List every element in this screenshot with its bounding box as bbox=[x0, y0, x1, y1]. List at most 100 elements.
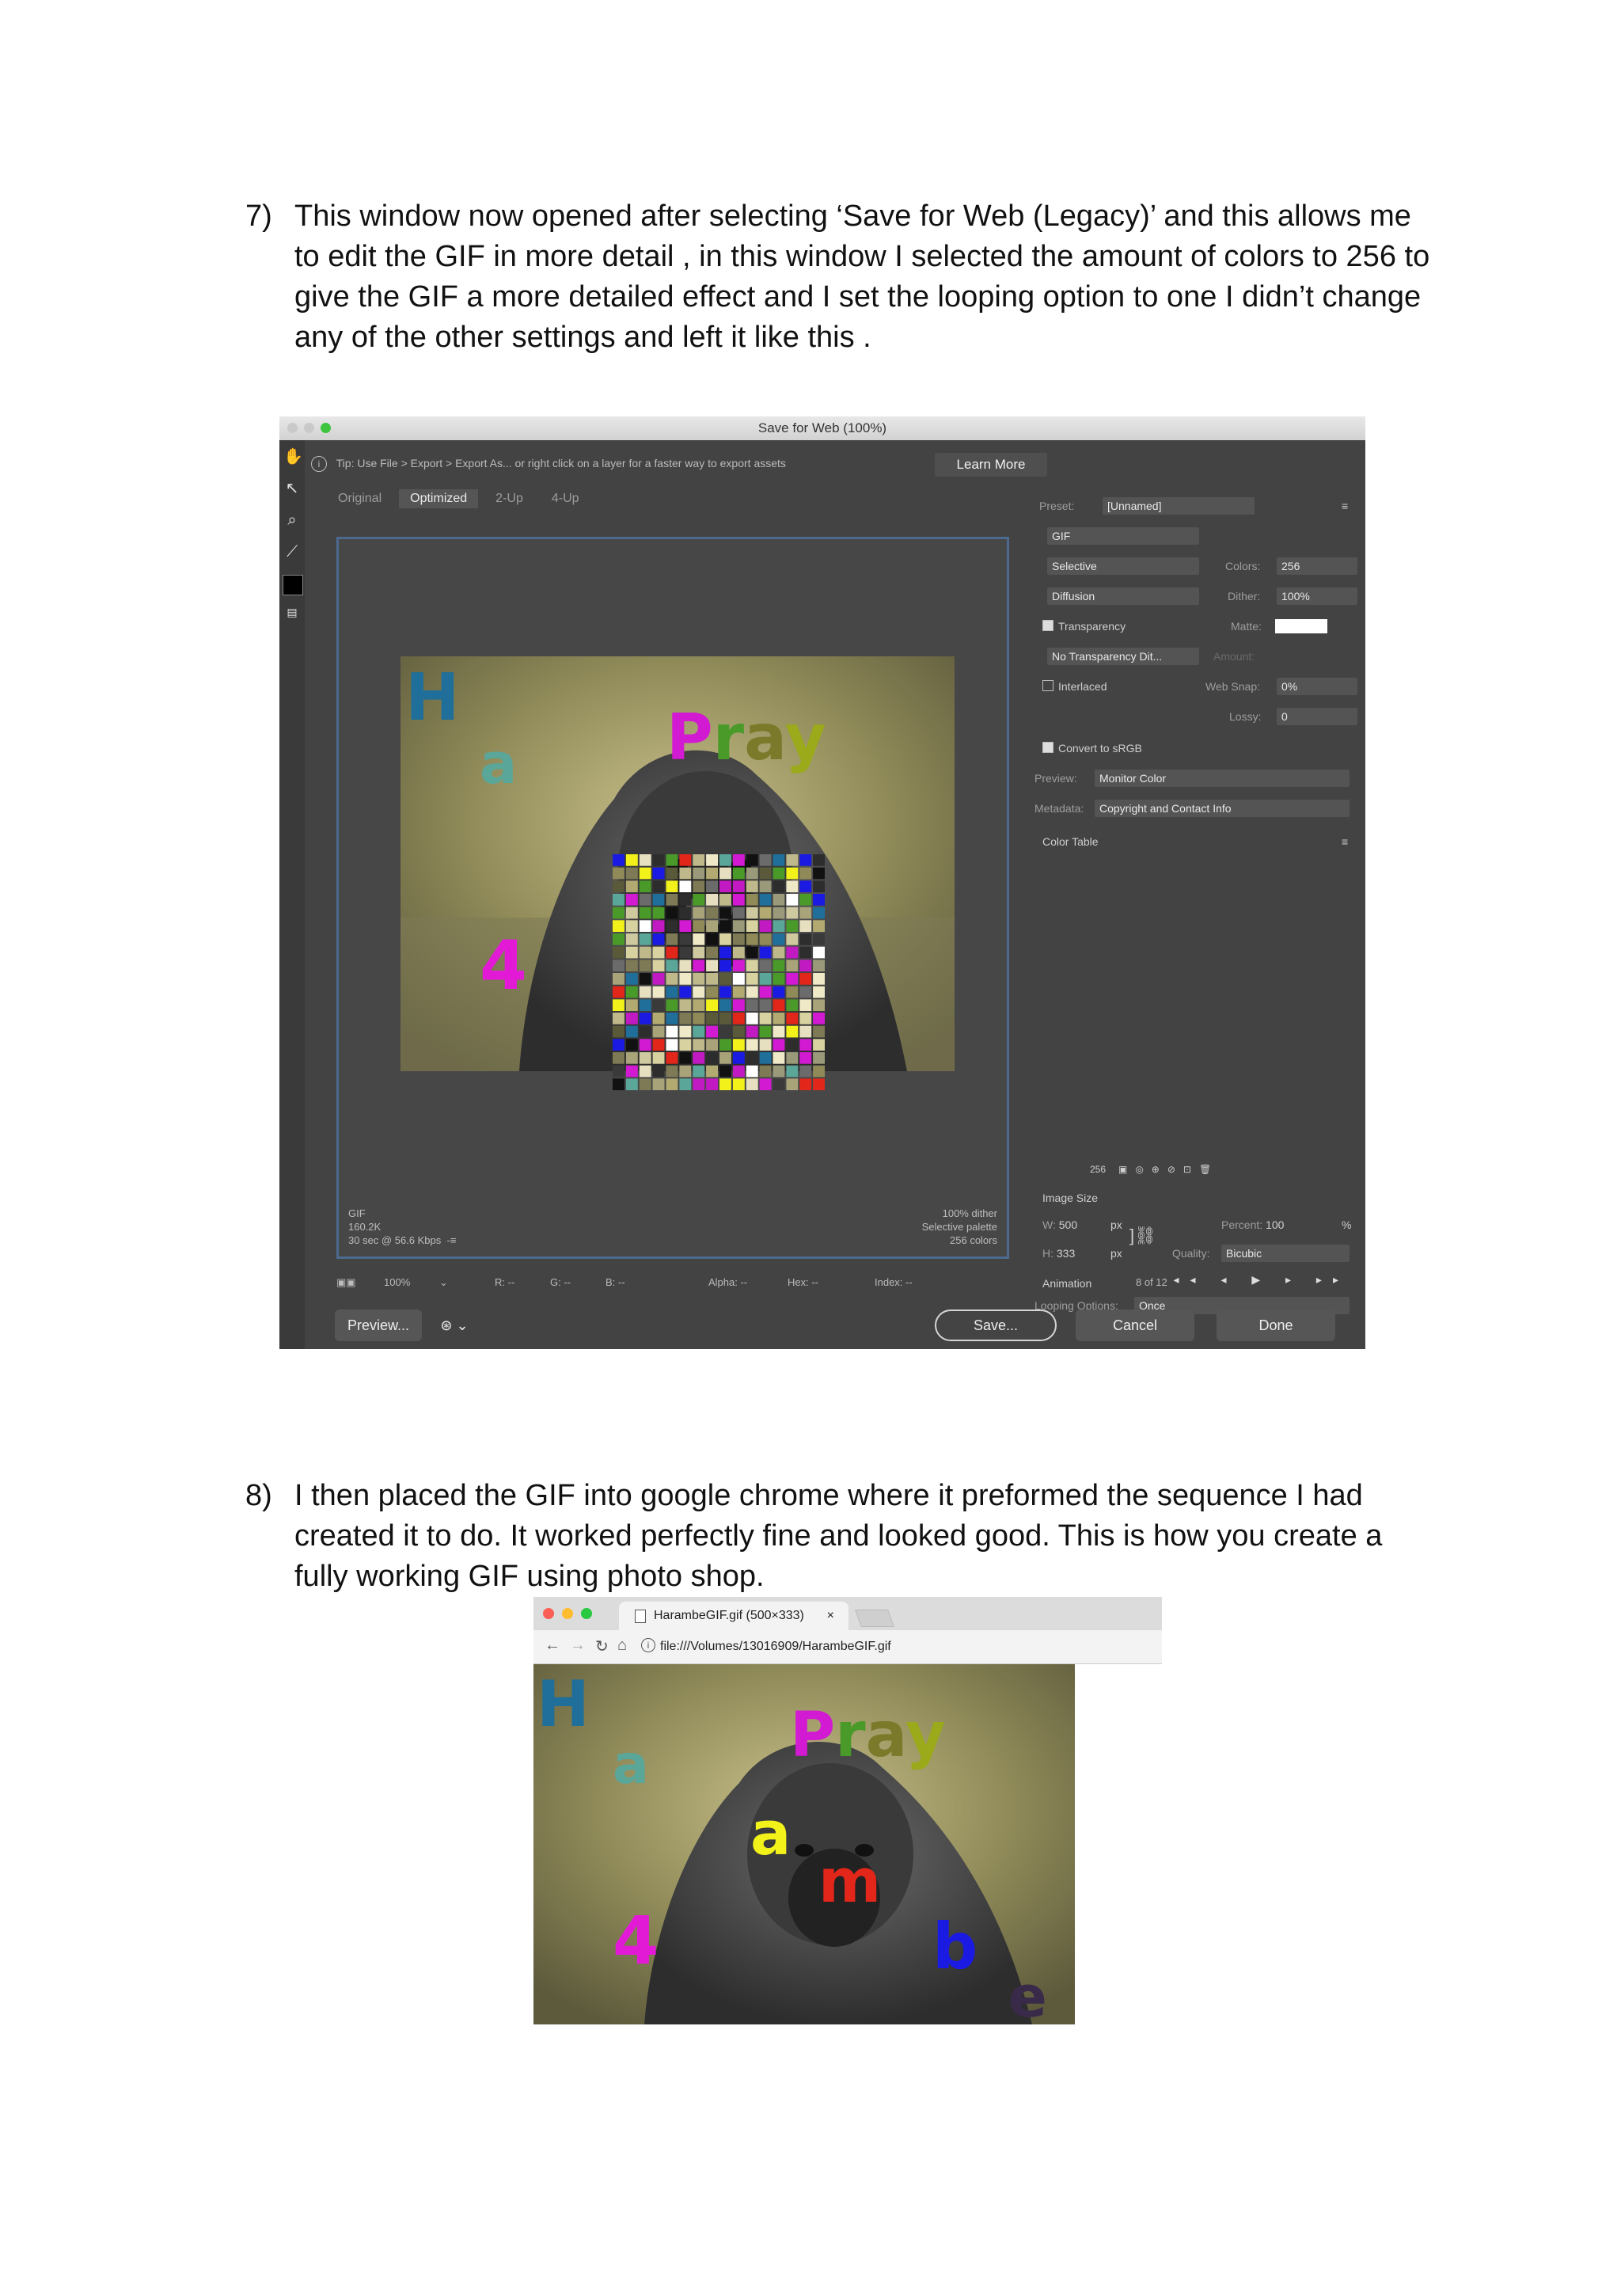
preset-select[interactable]: [Unnamed] bbox=[1103, 497, 1255, 515]
color-swatch[interactable] bbox=[799, 1065, 812, 1078]
color-swatch[interactable] bbox=[786, 867, 799, 880]
color-swatch[interactable] bbox=[693, 867, 705, 880]
color-swatch[interactable] bbox=[719, 973, 731, 985]
color-swatch[interactable] bbox=[679, 986, 692, 998]
color-swatch[interactable] bbox=[786, 854, 799, 866]
color-swatch[interactable] bbox=[799, 999, 812, 1011]
tab-optimized[interactable]: Optimized bbox=[399, 489, 479, 508]
minimize-window-icon[interactable] bbox=[562, 1608, 573, 1619]
reduction-select[interactable]: Selective bbox=[1047, 557, 1199, 575]
color-swatch[interactable] bbox=[719, 907, 731, 919]
color-swatch[interactable] bbox=[613, 920, 624, 932]
color-swatch[interactable] bbox=[732, 1013, 745, 1024]
close-window-icon[interactable] bbox=[543, 1608, 554, 1619]
forward-arrow-icon[interactable]: → bbox=[570, 1636, 586, 1655]
color-swatch[interactable] bbox=[799, 960, 812, 971]
color-swatch[interactable] bbox=[639, 1039, 651, 1051]
color-swatch[interactable] bbox=[746, 867, 758, 880]
color-swatch[interactable] bbox=[706, 999, 718, 1011]
color-swatch[interactable] bbox=[773, 880, 785, 892]
color-swatch[interactable] bbox=[679, 894, 692, 906]
color-swatch[interactable] bbox=[759, 854, 772, 866]
zoom-dropdown-icon[interactable]: ⌄ bbox=[439, 1276, 448, 1289]
color-swatch[interactable] bbox=[759, 1013, 772, 1024]
color-swatch[interactable] bbox=[666, 1039, 678, 1051]
color-swatch[interactable] bbox=[759, 867, 772, 880]
color-swatch[interactable] bbox=[666, 1065, 678, 1078]
color-swatch[interactable] bbox=[759, 1065, 772, 1078]
color-swatch[interactable] bbox=[613, 1065, 624, 1078]
color-swatch[interactable] bbox=[732, 854, 745, 866]
color-swatch[interactable] bbox=[732, 907, 745, 919]
color-swatch[interactable] bbox=[639, 973, 651, 985]
color-swatch[interactable] bbox=[613, 1025, 624, 1038]
color-swatch[interactable] bbox=[746, 894, 758, 906]
color-swatch[interactable] bbox=[652, 1025, 665, 1038]
color-swatch[interactable] bbox=[639, 1025, 651, 1038]
color-swatch[interactable] bbox=[746, 1065, 758, 1078]
color-swatch[interactable] bbox=[719, 1078, 731, 1090]
color-swatch[interactable] bbox=[679, 854, 692, 866]
color-table-menu-icon[interactable]: ≡ bbox=[1342, 833, 1348, 850]
tab-4-up[interactable]: 4-Up bbox=[541, 489, 590, 508]
color-swatch[interactable] bbox=[639, 1065, 651, 1078]
color-swatch[interactable] bbox=[719, 920, 731, 932]
color-swatch[interactable] bbox=[639, 867, 651, 880]
color-swatch[interactable] bbox=[679, 946, 692, 959]
color-swatch[interactable] bbox=[759, 920, 772, 932]
color-swatch[interactable] bbox=[719, 1013, 731, 1024]
hand-tool-icon[interactable]: ✋ bbox=[283, 448, 303, 466]
color-swatch[interactable] bbox=[652, 933, 665, 945]
transparency-checkbox[interactable]: Transparency bbox=[1042, 618, 1126, 635]
color-swatch[interactable] bbox=[719, 960, 731, 971]
color-swatch[interactable] bbox=[613, 933, 624, 945]
color-swatch[interactable] bbox=[813, 973, 825, 985]
color-swatch[interactable] bbox=[679, 920, 692, 932]
color-swatch[interactable] bbox=[799, 894, 812, 906]
color-swatch[interactable] bbox=[732, 946, 745, 959]
color-swatch[interactable] bbox=[652, 920, 665, 932]
color-swatch[interactable] bbox=[613, 894, 624, 906]
color-swatch[interactable] bbox=[813, 999, 825, 1011]
websnap-input[interactable]: 0% bbox=[1277, 678, 1357, 695]
color-swatch[interactable] bbox=[732, 1039, 745, 1051]
color-swatch[interactable] bbox=[799, 920, 812, 932]
slice-select-tool-icon[interactable]: ↖ bbox=[283, 480, 301, 497]
color-swatch[interactable] bbox=[759, 1052, 772, 1064]
color-swatch[interactable] bbox=[773, 973, 785, 985]
color-swatch[interactable] bbox=[639, 894, 651, 906]
tab-2-up[interactable]: 2-Up bbox=[484, 489, 534, 508]
color-swatch[interactable] bbox=[639, 933, 651, 945]
color-swatch[interactable] bbox=[693, 973, 705, 985]
color-swatch[interactable] bbox=[719, 986, 731, 998]
color-swatch[interactable] bbox=[652, 854, 665, 866]
color-swatch[interactable] bbox=[759, 999, 772, 1011]
preview-select[interactable]: Monitor Color bbox=[1095, 770, 1350, 787]
color-swatch[interactable] bbox=[679, 880, 692, 892]
color-swatch[interactable] bbox=[693, 854, 705, 866]
color-swatch[interactable] bbox=[786, 907, 799, 919]
color-swatch[interactable] bbox=[666, 1025, 678, 1038]
color-swatch[interactable] bbox=[759, 1025, 772, 1038]
color-swatch[interactable] bbox=[719, 1052, 731, 1064]
color-swatch[interactable] bbox=[773, 1039, 785, 1051]
link-dimensions-icon[interactable]: ]⛓ bbox=[1129, 1227, 1156, 1245]
color-swatch[interactable] bbox=[693, 1065, 705, 1078]
color-swatch[interactable] bbox=[813, 907, 825, 919]
color-swatch[interactable] bbox=[693, 880, 705, 892]
color-swatch[interactable] bbox=[679, 907, 692, 919]
color-swatch[interactable] bbox=[706, 1078, 718, 1090]
color-swatch[interactable] bbox=[746, 854, 758, 866]
color-swatch[interactable] bbox=[759, 894, 772, 906]
color-swatch[interactable] bbox=[639, 960, 651, 971]
color-swatch[interactable] bbox=[813, 1039, 825, 1051]
width-value[interactable]: 500 bbox=[1059, 1218, 1077, 1231]
browser-tab[interactable]: HarambeGIF.gif (500×333) × bbox=[619, 1602, 848, 1630]
eyedropper-color-swatch[interactable] bbox=[283, 575, 303, 595]
color-swatch[interactable] bbox=[652, 1065, 665, 1078]
color-swatch[interactable] bbox=[652, 1013, 665, 1024]
color-swatch[interactable] bbox=[679, 1039, 692, 1051]
color-swatch[interactable] bbox=[773, 1065, 785, 1078]
color-swatch[interactable] bbox=[666, 946, 678, 959]
color-swatch[interactable] bbox=[799, 986, 812, 998]
